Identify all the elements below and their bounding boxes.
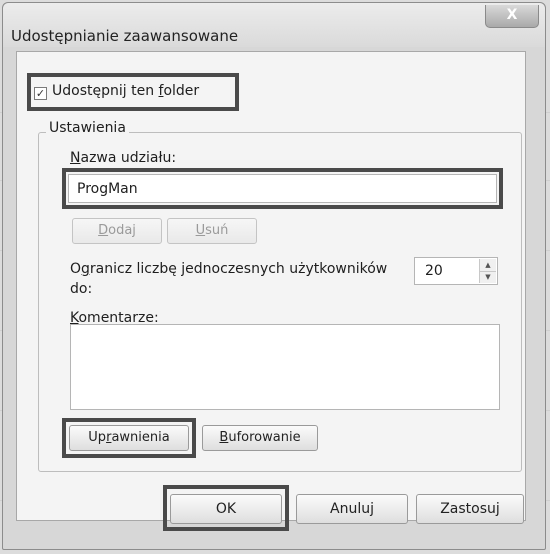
share-folder-checkbox[interactable]: ✓: [34, 87, 47, 100]
limit-users-label-line2: do:: [70, 281, 93, 297]
add-button[interactable]: Dodaj: [72, 218, 162, 244]
user-limit-value[interactable]: 20: [425, 263, 443, 279]
apply-button[interactable]: Zastosuj: [416, 494, 524, 524]
ok-button[interactable]: OK: [170, 494, 282, 524]
title-bar: Udostępnianie zaawansowane X: [3, 3, 545, 47]
limit-users-label-line1: Ogranicz liczbę jednoczesnych użytkownik…: [70, 261, 388, 277]
dialog-title: Udostępnianie zaawansowane: [11, 27, 239, 45]
permissions-button[interactable]: Uprawnienia: [69, 425, 189, 451]
caching-button[interactable]: Buforowanie: [202, 425, 318, 451]
share-name-input[interactable]: ProgMan: [68, 174, 497, 203]
share-folder-label[interactable]: Udostępnij ten folder: [52, 83, 199, 99]
share-name-label: Nazwa udziału:: [70, 150, 177, 166]
cancel-button[interactable]: Anuluj: [296, 494, 408, 524]
settings-group-label: Ustawienia: [46, 120, 129, 136]
close-button[interactable]: X: [485, 5, 539, 28]
user-limit-spinner[interactable]: 20 ▲ ▼: [414, 257, 498, 285]
spin-down-icon[interactable]: ▼: [480, 271, 496, 283]
comments-textarea[interactable]: [70, 324, 500, 410]
spinner-arrows: ▲ ▼: [479, 259, 496, 283]
remove-button[interactable]: Usuń: [167, 218, 257, 244]
